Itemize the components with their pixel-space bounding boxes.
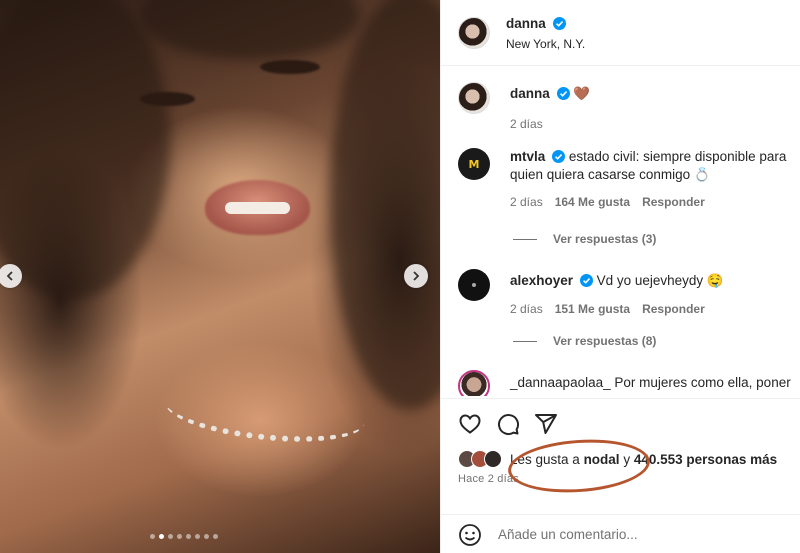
caption-username[interactable]: danna	[510, 86, 550, 101]
carousel-dot	[204, 534, 209, 539]
carousel-dot	[186, 534, 191, 539]
caption: danna 🤎 2 días	[458, 82, 800, 133]
liker-avatars	[458, 450, 502, 468]
avatar[interactable]	[458, 82, 490, 114]
caption-text: 🤎	[573, 86, 591, 101]
verified-badge-icon	[556, 87, 570, 100]
eye-left	[140, 92, 195, 106]
share-paper-plane-icon[interactable]	[534, 412, 558, 436]
post-header: danna New York, N.Y.	[441, 0, 800, 66]
reply-button[interactable]: Responder	[642, 193, 705, 211]
mtv-logo-icon: M	[468, 157, 480, 171]
divider	[513, 238, 537, 240]
comment-text: Vd yo uejevheydy 🤤	[596, 273, 724, 288]
likes-count[interactable]: 440.553 personas más	[634, 452, 777, 467]
carousel-dot	[213, 534, 218, 539]
comment-time: 2 días	[510, 195, 543, 209]
comment-username[interactable]: mtvla	[510, 149, 545, 164]
carousel-dot	[177, 534, 182, 539]
comment-input[interactable]: Añade un comentario...	[498, 527, 638, 542]
like-heart-icon[interactable]	[458, 412, 482, 436]
divider	[513, 340, 537, 342]
carousel-dot	[195, 534, 200, 539]
view-replies-button[interactable]: Ver respuestas (8)	[513, 334, 656, 348]
comment-likes[interactable]: 151 Me gusta	[555, 300, 630, 318]
avatar[interactable]	[458, 16, 490, 49]
verified-badge-icon	[552, 150, 566, 163]
header-username[interactable]: danna	[506, 16, 546, 31]
view-replies-label: Ver respuestas (8)	[553, 334, 657, 348]
comment-item: _dannaapaolaa_ Por mujeres como ella, po…	[458, 370, 800, 396]
eye-right	[260, 60, 320, 74]
hair-shadow	[140, 0, 360, 60]
avatar[interactable]	[458, 269, 490, 301]
carousel-dot	[159, 534, 164, 539]
comment-item: alexhoyer Vd yo uejevheydy 🤤 2 días 151 …	[458, 269, 800, 318]
avatar[interactable]	[458, 370, 490, 396]
chevron-left-icon	[6, 271, 13, 281]
carousel-dot	[168, 534, 173, 539]
avatar	[484, 450, 502, 468]
post-photo[interactable]	[0, 0, 440, 553]
caption-time: 2 días	[510, 117, 543, 131]
comment-item: M mtvla estado civil: siempre disponible…	[458, 148, 800, 211]
avatar[interactable]: M	[458, 148, 490, 180]
view-replies-label: Ver respuestas (3)	[553, 232, 657, 246]
comments-list[interactable]: danna 🤎 2 días M mtvla estado civil: sie…	[441, 66, 800, 396]
add-comment-bar: Añade un comentario...	[441, 514, 800, 553]
emoji-smiley-icon[interactable]	[458, 523, 482, 547]
next-photo-button[interactable]	[404, 264, 428, 288]
comment-username[interactable]: alexhoyer	[510, 273, 573, 288]
chevron-right-icon	[413, 271, 420, 281]
previous-photo-button[interactable]	[0, 264, 22, 288]
view-replies-button[interactable]: Ver respuestas (3)	[513, 232, 656, 246]
verified-badge-icon	[553, 16, 567, 30]
comment-time: 2 días	[510, 302, 543, 316]
reply-button[interactable]: Responder	[642, 300, 705, 318]
carousel-indicator	[150, 534, 218, 539]
hair-shadow	[0, 0, 170, 300]
necklace	[162, 374, 368, 451]
comment-username[interactable]: _dannaapaolaa_	[510, 375, 611, 390]
hair-shadow	[330, 0, 440, 410]
carousel-dot	[150, 534, 155, 539]
verified-badge-icon	[579, 274, 593, 287]
comment-bubble-icon[interactable]	[496, 412, 520, 436]
comment-likes[interactable]: 164 Me gusta	[555, 193, 630, 211]
location-link[interactable]: New York, N.Y.	[506, 37, 585, 51]
teeth	[225, 202, 290, 214]
comment-text: Por mujeres como ella, poner	[614, 375, 791, 390]
